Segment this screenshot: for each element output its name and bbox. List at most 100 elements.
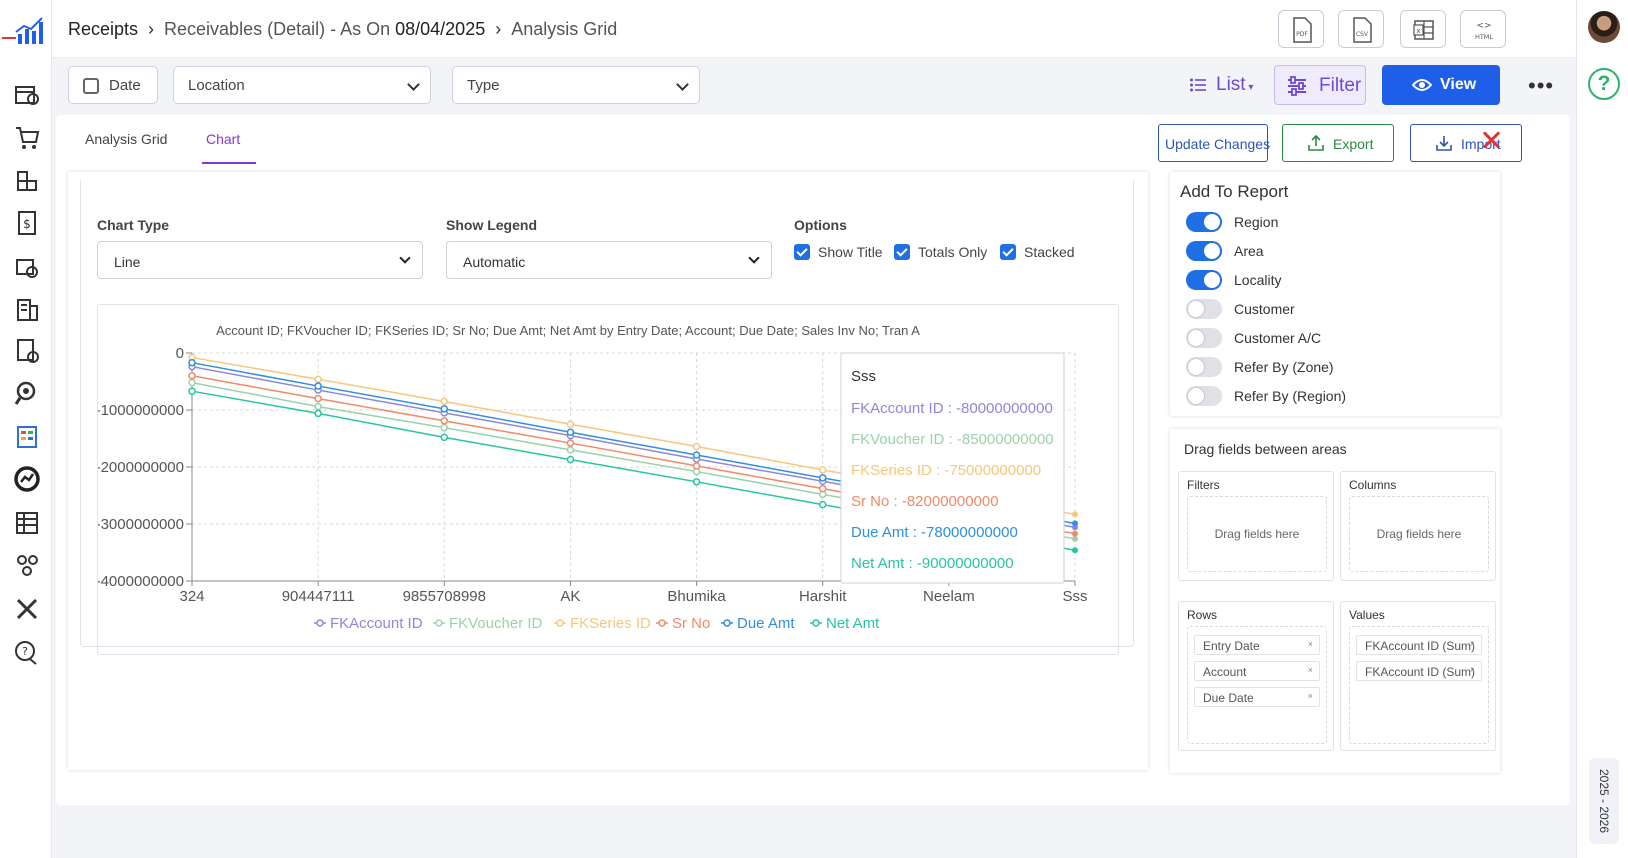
- financial-year-badge[interactable]: 2025 - 2026: [1589, 758, 1619, 844]
- drag-hint: Drag fields here: [1376, 527, 1462, 541]
- toggle-label: Locality: [1234, 272, 1282, 288]
- tooltip-line: Net Amt : -90000000000: [851, 555, 1014, 572]
- boxes-icon[interactable]: [12, 166, 42, 196]
- analytics-icon[interactable]: [12, 464, 42, 494]
- cart-icon[interactable]: [12, 122, 42, 152]
- y-tick-label: 0: [176, 345, 184, 362]
- legend-marker: [316, 619, 324, 627]
- toggle-switch[interactable]: [1186, 386, 1222, 406]
- breadcrumb-date: 08/04/2025: [395, 19, 486, 39]
- remove-chip-icon[interactable]: ×: [1308, 691, 1313, 701]
- breadcrumb-receipts[interactable]: Receipts: [68, 19, 138, 39]
- invoice-dollar-icon[interactable]: $: [12, 208, 42, 238]
- caret-down-icon: ▾: [1245, 82, 1254, 93]
- data-point: [314, 409, 322, 418]
- checkbox-checked-icon: [794, 244, 810, 260]
- checkbox-checked-icon: [894, 244, 910, 260]
- svg-text:$: $: [23, 217, 31, 231]
- toggle-switch[interactable]: [1186, 357, 1222, 377]
- toggle-switch[interactable]: [1186, 241, 1222, 261]
- data-point: [440, 405, 449, 413]
- row-field-chip[interactable]: Account ×: [1194, 661, 1320, 681]
- support-chat-icon[interactable]: ?: [12, 638, 42, 668]
- show-legend-select[interactable]: Automatic: [446, 241, 772, 279]
- help-icon[interactable]: ?: [1588, 68, 1620, 100]
- date-filter-button[interactable]: Date: [68, 66, 158, 104]
- legend-label: FKSeries ID: [570, 615, 651, 632]
- data-point: [566, 446, 575, 454]
- update-changes-button[interactable]: Update Changes: [1158, 124, 1270, 162]
- data-point: [440, 423, 449, 432]
- toggle-label: Region: [1234, 214, 1279, 230]
- avatar[interactable]: [1588, 11, 1620, 43]
- active-tab-indicator: [202, 162, 256, 164]
- row-field-chip[interactable]: Entry Date ×: [1194, 635, 1320, 655]
- left-sidebar: $ ?: [0, 0, 52, 858]
- rows-drop-zone[interactable]: Entry Date × Account × Due Date ×: [1187, 626, 1327, 744]
- toggle-switch[interactable]: [1186, 270, 1222, 290]
- close-icon[interactable]: [1478, 127, 1504, 153]
- toggle-label: Refer By (Zone): [1234, 359, 1334, 375]
- legend-label: FKVoucher ID: [449, 615, 543, 632]
- data-point: [314, 382, 322, 390]
- value-field-chip[interactable]: FKAccount ID (Sum) ×: [1356, 661, 1482, 681]
- export-button[interactable]: Export: [1282, 124, 1394, 162]
- building-icon[interactable]: [12, 294, 42, 324]
- more-options-button[interactable]: •••: [1528, 73, 1554, 99]
- tooltip-line: Sr No : -82000000000: [851, 493, 999, 510]
- remove-chip-icon[interactable]: ×: [1308, 639, 1313, 649]
- data-point: [440, 417, 449, 425]
- tooltip-line: Due Amt : -78000000000: [851, 524, 1018, 541]
- remove-chip-icon[interactable]: ×: [1470, 639, 1475, 649]
- svg-text:PDF: PDF: [1296, 31, 1308, 38]
- toggle-label: Customer: [1234, 301, 1295, 317]
- chart-title: Account ID; FKVoucher ID; FKSeries ID; S…: [216, 323, 920, 338]
- tab-chart[interactable]: Chart: [206, 131, 240, 147]
- payments-icon[interactable]: [12, 252, 42, 282]
- pdf-export-button[interactable]: PDF: [1278, 10, 1324, 48]
- tax-icon[interactable]: [12, 336, 42, 366]
- value-field-chip[interactable]: FKAccount ID (Sum) ×: [1356, 635, 1482, 655]
- toggle-switch[interactable]: [1186, 299, 1222, 319]
- tools-icon[interactable]: [12, 594, 42, 624]
- report-sheet-icon[interactable]: [12, 422, 42, 452]
- settings-network-icon[interactable]: [12, 550, 42, 580]
- main-panel: Analysis Grid Chart Update Changes Expor…: [56, 115, 1570, 805]
- search-eye-icon[interactable]: [12, 378, 42, 408]
- app-logo-icon[interactable]: [2, 16, 46, 46]
- rows-area: Rows Entry Date × Account × Due Date ×: [1178, 601, 1334, 751]
- x-tick-label: 904447111: [282, 588, 355, 605]
- breadcrumb-receivables[interactable]: Receivables (Detail) - As On 08/04/2025: [164, 19, 485, 39]
- filters-drop-zone[interactable]: Drag fields here: [1187, 496, 1327, 572]
- dashboard-icon[interactable]: [12, 79, 42, 109]
- filter-button[interactable]: Filter: [1274, 65, 1366, 105]
- import-button[interactable]: Import: [1410, 124, 1522, 162]
- toggle-label: Refer By (Region): [1234, 388, 1347, 404]
- y-tick-label: -4000000000: [98, 573, 184, 590]
- type-select[interactable]: Type: [452, 66, 700, 104]
- data-point: [566, 455, 575, 464]
- data-point: [692, 478, 701, 486]
- tab-analysis-grid[interactable]: Analysis Grid: [85, 131, 167, 147]
- view-button[interactable]: View: [1382, 65, 1500, 105]
- legend-label: Net Amt: [826, 615, 880, 632]
- toggle-switch[interactable]: [1186, 212, 1222, 232]
- data-point: [692, 462, 701, 470]
- ledger-icon[interactable]: [12, 508, 42, 538]
- excel-export-button[interactable]: x: [1400, 10, 1446, 48]
- remove-chip-icon[interactable]: ×: [1308, 665, 1313, 675]
- location-select[interactable]: Location: [173, 66, 431, 104]
- breadcrumb-analysis-grid: Analysis Grid: [511, 19, 618, 39]
- toggle-switch[interactable]: [1186, 328, 1222, 348]
- columns-drop-zone[interactable]: Drag fields here: [1349, 496, 1489, 572]
- remove-chip-icon[interactable]: ×: [1470, 665, 1475, 675]
- row-field-chip[interactable]: Due Date ×: [1194, 687, 1320, 707]
- legend-label: Sr No: [672, 615, 710, 632]
- values-drop-zone[interactable]: FKAccount ID (Sum) × FKAccount ID (Sum) ×: [1349, 626, 1489, 744]
- line-chart[interactable]: Account ID; FKVoucher ID; FKSeries ID; S…: [97, 304, 1119, 655]
- csv-export-button[interactable]: CSV: [1338, 10, 1384, 48]
- chart-type-select[interactable]: Line: [97, 241, 423, 279]
- drag-hint: Drag fields here: [1214, 527, 1300, 541]
- html-export-button[interactable]: <> HTML: [1460, 10, 1506, 48]
- data-point: [1072, 530, 1078, 537]
